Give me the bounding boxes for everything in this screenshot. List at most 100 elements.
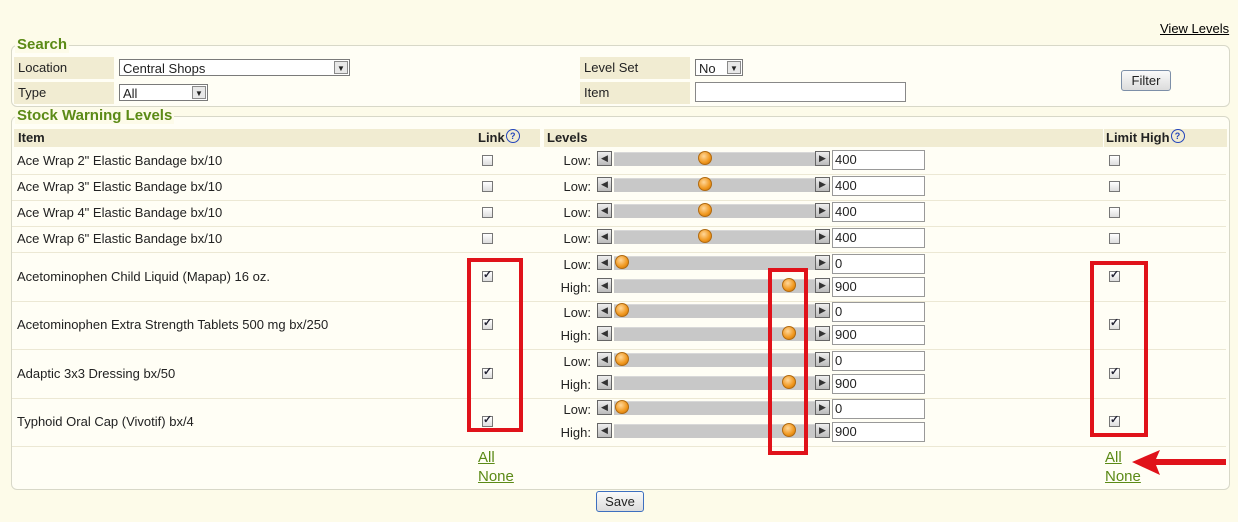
item-search-input[interactable] bbox=[695, 82, 906, 102]
decrease-low-button[interactable]: ◀ bbox=[597, 400, 612, 415]
decrease-low-button[interactable]: ◀ bbox=[597, 177, 612, 192]
type-label: Type bbox=[14, 82, 114, 104]
low-slider-track[interactable] bbox=[614, 152, 815, 166]
low-value-input[interactable]: 400 bbox=[832, 228, 925, 248]
level-set-select[interactable]: No ▼ bbox=[695, 59, 743, 76]
high-label: High: bbox=[560, 280, 591, 295]
link-checkbox[interactable] bbox=[482, 181, 493, 192]
type-select[interactable]: All ▼ bbox=[119, 84, 208, 101]
increase-low-button[interactable]: ▶ bbox=[815, 229, 830, 244]
decrease-low-button[interactable]: ◀ bbox=[597, 229, 612, 244]
limit-high-checkbox[interactable] bbox=[1109, 233, 1120, 244]
help-icon[interactable]: ? bbox=[1170, 129, 1185, 143]
link-checkbox[interactable] bbox=[482, 233, 493, 244]
increase-low-button[interactable]: ▶ bbox=[815, 203, 830, 218]
low-value-input[interactable]: 0 bbox=[832, 351, 925, 371]
level-set-label: Level Set bbox=[580, 57, 690, 79]
decrease-low-button[interactable]: ◀ bbox=[597, 151, 612, 166]
low-value-input[interactable]: 0 bbox=[832, 302, 925, 322]
decrease-low-button[interactable]: ◀ bbox=[597, 303, 612, 318]
item-name: Ace Wrap 2" Elastic Bandage bx/10 bbox=[17, 153, 223, 168]
location-label: Location bbox=[14, 57, 114, 79]
low-slider-track[interactable] bbox=[614, 230, 815, 244]
increase-low-button[interactable]: ▶ bbox=[815, 303, 830, 318]
location-select[interactable]: Central Shops ▼ bbox=[119, 59, 350, 76]
item-column-header: Item bbox=[14, 129, 478, 147]
item-name: Acetominophen Child Liquid (Mapap) 16 oz… bbox=[17, 269, 270, 284]
low-label: Low: bbox=[563, 179, 591, 194]
low-slider-handle[interactable] bbox=[615, 303, 629, 317]
limit-high-checkbox[interactable] bbox=[1109, 155, 1120, 166]
increase-low-button[interactable]: ▶ bbox=[815, 352, 830, 367]
limit-high-column-header: Limit High? bbox=[1104, 129, 1227, 147]
increase-low-button[interactable]: ▶ bbox=[815, 151, 830, 166]
low-value-input[interactable]: 400 bbox=[832, 202, 925, 222]
decrease-high-button[interactable]: ◀ bbox=[597, 326, 612, 341]
low-label: Low: bbox=[563, 205, 591, 220]
limit-high-header-label: Limit High bbox=[1106, 130, 1170, 145]
low-value-input[interactable]: 0 bbox=[832, 254, 925, 274]
chevron-down-icon: ▼ bbox=[192, 86, 206, 99]
link-select-none[interactable]: None bbox=[478, 468, 514, 485]
link-header-label: Link bbox=[478, 130, 505, 145]
levels-column-header: Levels bbox=[544, 129, 1103, 147]
item-name: Ace Wrap 4" Elastic Bandage bx/10 bbox=[17, 205, 223, 220]
link-checkbox[interactable] bbox=[482, 155, 493, 166]
decrease-high-button[interactable]: ◀ bbox=[597, 423, 612, 438]
increase-low-button[interactable]: ▶ bbox=[815, 400, 830, 415]
highlight-box-link bbox=[467, 258, 523, 432]
increase-high-button[interactable]: ▶ bbox=[815, 375, 830, 390]
low-label: Low: bbox=[563, 305, 591, 320]
limit-high-checkbox[interactable] bbox=[1109, 207, 1120, 218]
high-value-input[interactable]: 900 bbox=[832, 374, 925, 394]
filter-button[interactable]: Filter bbox=[1121, 70, 1171, 91]
search-legend: Search bbox=[15, 36, 70, 53]
decrease-low-button[interactable]: ◀ bbox=[597, 255, 612, 270]
low-slider-handle[interactable] bbox=[615, 352, 629, 366]
increase-high-button[interactable]: ▶ bbox=[815, 326, 830, 341]
low-label: Low: bbox=[563, 402, 591, 417]
stock-legend: Stock Warning Levels bbox=[15, 107, 175, 124]
decrease-high-button[interactable]: ◀ bbox=[597, 375, 612, 390]
link-column-header: Link? bbox=[478, 129, 540, 147]
high-value-input[interactable]: 900 bbox=[832, 422, 925, 442]
highlight-box-limit-high bbox=[1090, 261, 1148, 437]
view-levels-link[interactable]: View Levels bbox=[1160, 21, 1229, 36]
link-select-all[interactable]: All bbox=[478, 449, 495, 466]
limit-high-select-all[interactable]: All bbox=[1105, 449, 1122, 466]
item-name: Adaptic 3x3 Dressing bx/50 bbox=[17, 366, 176, 381]
link-checkbox[interactable] bbox=[482, 207, 493, 218]
increase-low-button[interactable]: ▶ bbox=[815, 255, 830, 270]
chevron-down-icon: ▼ bbox=[334, 61, 348, 74]
red-arrow-icon bbox=[1132, 450, 1226, 475]
low-label: Low: bbox=[563, 153, 591, 168]
high-value-input[interactable]: 900 bbox=[832, 325, 925, 345]
increase-high-button[interactable]: ▶ bbox=[815, 278, 830, 293]
save-button[interactable]: Save bbox=[596, 491, 644, 512]
decrease-low-button[interactable]: ◀ bbox=[597, 352, 612, 367]
location-select-value: Central Shops bbox=[123, 61, 206, 76]
chevron-down-icon: ▼ bbox=[727, 61, 741, 74]
item-name: Ace Wrap 3" Elastic Bandage bx/10 bbox=[17, 179, 223, 194]
low-slider-handle[interactable] bbox=[615, 400, 629, 414]
decrease-low-button[interactable]: ◀ bbox=[597, 203, 612, 218]
highlight-box-high-knobs bbox=[768, 268, 808, 455]
level-set-select-value: No bbox=[699, 61, 716, 76]
low-value-input[interactable]: 400 bbox=[832, 150, 925, 170]
increase-low-button[interactable]: ▶ bbox=[815, 177, 830, 192]
type-select-value: All bbox=[123, 86, 138, 101]
item-name: Ace Wrap 6" Elastic Bandage bx/10 bbox=[17, 231, 223, 246]
help-icon[interactable]: ? bbox=[505, 129, 520, 143]
low-value-input[interactable]: 0 bbox=[832, 399, 925, 419]
limit-high-checkbox[interactable] bbox=[1109, 181, 1120, 192]
decrease-high-button[interactable]: ◀ bbox=[597, 278, 612, 293]
low-slider-track[interactable] bbox=[614, 204, 815, 218]
low-slider-handle[interactable] bbox=[615, 255, 629, 269]
high-label: High: bbox=[560, 328, 591, 343]
low-label: Low: bbox=[563, 257, 591, 272]
high-value-input[interactable]: 900 bbox=[832, 277, 925, 297]
high-label: High: bbox=[560, 425, 591, 440]
low-slider-track[interactable] bbox=[614, 178, 815, 192]
low-value-input[interactable]: 400 bbox=[832, 176, 925, 196]
increase-high-button[interactable]: ▶ bbox=[815, 423, 830, 438]
